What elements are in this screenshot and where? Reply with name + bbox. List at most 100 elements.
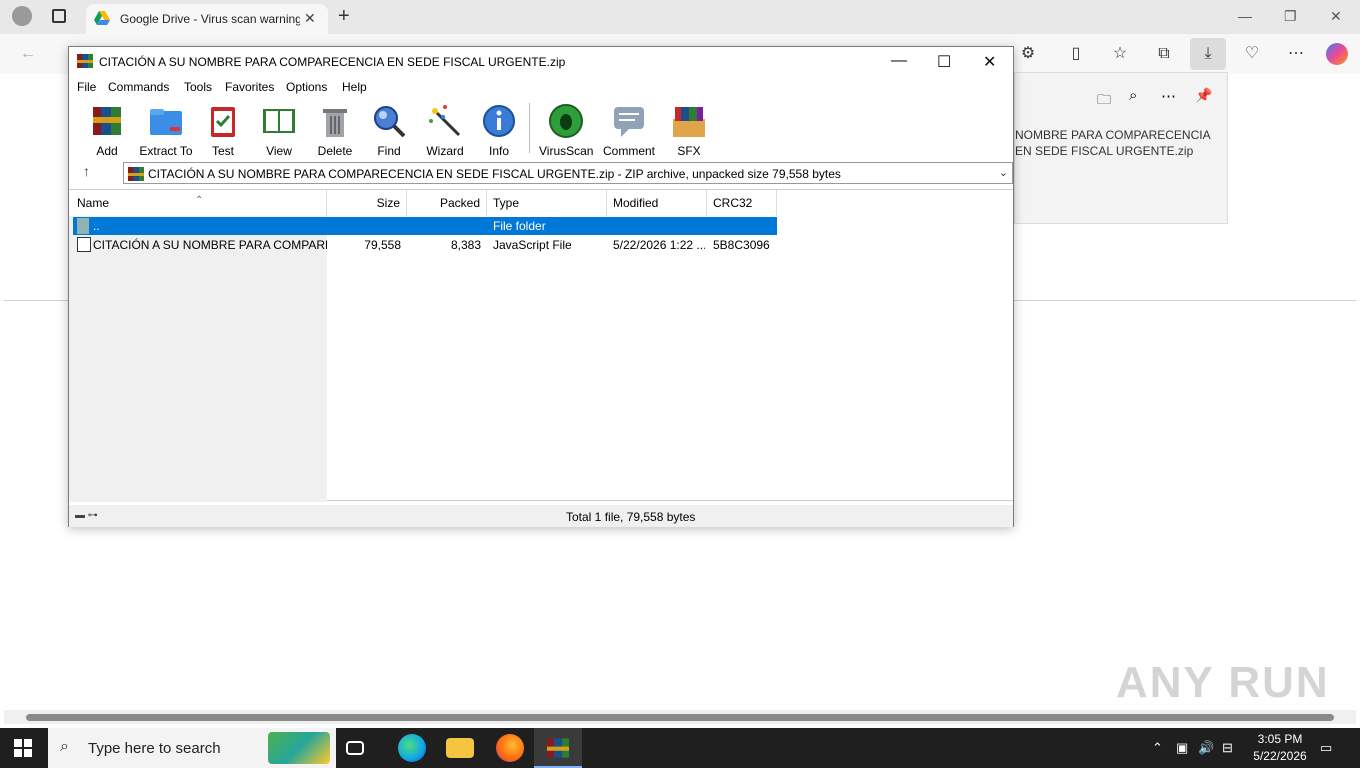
list-item[interactable]: CITACIÓN A SU NOMBRE PARA COMPARE... 79,… bbox=[73, 236, 777, 254]
winrar-icon bbox=[547, 738, 569, 758]
taskbar: ⌕ Type here to search ⌃ ▣ 🔊 ⊟ 3:05 PM 5/… bbox=[0, 728, 1360, 768]
notifications-icon[interactable]: ▭ bbox=[1320, 740, 1332, 756]
collections-icon[interactable]: ⧉ bbox=[1152, 42, 1176, 66]
restore-icon[interactable]: ❐ bbox=[1284, 8, 1297, 25]
close-icon[interactable]: ✕ bbox=[983, 52, 996, 72]
test-button[interactable]: Test bbox=[205, 103, 241, 158]
winrar-taskbar-item[interactable] bbox=[534, 728, 582, 768]
meet-now-icon[interactable]: ▣ bbox=[1176, 740, 1188, 756]
info-button[interactable]: Info bbox=[479, 103, 519, 158]
maximize-icon[interactable]: ☐ bbox=[937, 52, 951, 72]
downloads-panel: 🗀 ⌕ ⋯ 📌 NOMBRE PARA COMPARECENCIA EN SED… bbox=[1014, 72, 1228, 224]
path-dropdown[interactable]: CITACIÓN A SU NOMBRE PARA COMPARECENCIA … bbox=[123, 162, 1013, 184]
virusscan-bug-icon bbox=[549, 104, 583, 138]
menu-file[interactable]: File bbox=[77, 80, 96, 94]
menu-favorites[interactable]: Favorites bbox=[225, 80, 274, 94]
favorites-icon[interactable]: ☆ bbox=[1108, 42, 1132, 66]
back-icon[interactable]: ← bbox=[16, 42, 40, 66]
info-icon bbox=[483, 105, 515, 137]
drive-icon: ▬ ⊶ bbox=[75, 510, 98, 521]
anyrun-watermark: ANY RUN bbox=[1116, 658, 1330, 707]
copilot-icon[interactable] bbox=[1326, 43, 1348, 65]
column-type[interactable]: Type bbox=[487, 190, 607, 216]
horizontal-scrollbar[interactable] bbox=[4, 710, 1356, 724]
more-options-icon[interactable]: ⋯ bbox=[1161, 87, 1176, 105]
edge-icon[interactable] bbox=[398, 734, 426, 762]
status-bar: ▬ ⊶ Total 1 file, 79,558 bytes bbox=[69, 505, 1013, 527]
column-packed[interactable]: Packed bbox=[407, 190, 487, 216]
minimize-icon[interactable]: — bbox=[1238, 8, 1252, 24]
search-highlight-icon bbox=[268, 732, 330, 764]
tab-actions-icon[interactable] bbox=[52, 9, 66, 23]
new-tab-icon[interactable]: + bbox=[338, 5, 350, 28]
extensions-icon[interactable]: ⚙ bbox=[1016, 42, 1040, 66]
more-icon[interactable]: ⋯ bbox=[1284, 42, 1308, 66]
virusscan-button[interactable]: VirusScan bbox=[539, 103, 593, 158]
toolbar-separator bbox=[529, 103, 530, 153]
menu-commands[interactable]: Commands bbox=[108, 80, 169, 94]
close-window-icon[interactable]: ✕ bbox=[1330, 8, 1342, 25]
column-size[interactable]: Size bbox=[327, 190, 407, 216]
firefox-icon[interactable] bbox=[496, 734, 524, 762]
sfx-box-icon bbox=[673, 107, 705, 137]
status-text: Total 1 file, 79,558 bytes bbox=[566, 510, 696, 524]
wizard-wand-icon bbox=[429, 105, 461, 137]
find-button[interactable]: Find bbox=[369, 103, 409, 158]
sfx-button[interactable]: SFX bbox=[669, 103, 709, 158]
menu-tools[interactable]: Tools bbox=[184, 80, 212, 94]
pin-icon[interactable]: 📌 bbox=[1195, 87, 1212, 104]
wizard-button[interactable]: Wizard bbox=[423, 103, 467, 158]
chevron-up-icon[interactable]: ⌃ bbox=[1152, 740, 1163, 756]
tab-google-drive[interactable]: Google Drive - Virus scan warning ✕ bbox=[86, 4, 328, 34]
column-crc32[interactable]: CRC32 bbox=[707, 190, 777, 216]
winrar-titlebar: CITACIÓN A SU NOMBRE PARA COMPARECENCIA … bbox=[69, 47, 1013, 77]
winrar-icon bbox=[77, 54, 93, 68]
view-book-icon bbox=[263, 109, 295, 133]
minimize-icon[interactable]: — bbox=[891, 52, 907, 70]
volume-icon[interactable]: 🔊 bbox=[1198, 740, 1214, 756]
list-item[interactable]: .. File folder bbox=[73, 217, 777, 235]
winrar-title: CITACIÓN A SU NOMBRE PARA COMPARECENCIA … bbox=[99, 55, 566, 69]
menu-help[interactable]: Help bbox=[342, 80, 367, 94]
file-explorer-icon[interactable] bbox=[446, 738, 474, 758]
chevron-down-icon[interactable]: ⌄ bbox=[999, 166, 1008, 179]
profile-icon[interactable] bbox=[12, 6, 32, 26]
winrar-menubar: File Commands Tools Favorites Options He… bbox=[69, 77, 1013, 97]
split-screen-icon[interactable]: ▯ bbox=[1064, 42, 1088, 66]
tab-title: Google Drive - Virus scan warning bbox=[120, 12, 300, 26]
winrar-toolbar: Add Extract To Test View Delete Find Wiz… bbox=[69, 99, 1013, 158]
google-drive-icon bbox=[94, 11, 110, 25]
menu-options[interactable]: Options bbox=[286, 80, 327, 94]
taskbar-clock[interactable]: 3:05 PM 5/22/2026 bbox=[1248, 731, 1312, 765]
downloads-icon[interactable]: ⤓ bbox=[1190, 38, 1226, 70]
archive-icon bbox=[128, 167, 144, 181]
javascript-file-icon bbox=[77, 237, 91, 252]
taskbar-search[interactable]: ⌕ Type here to search bbox=[48, 728, 336, 768]
comment-button[interactable]: Comment bbox=[601, 103, 657, 158]
view-button[interactable]: View bbox=[257, 103, 301, 158]
folder-icon bbox=[77, 218, 89, 234]
extract-to-button[interactable]: Extract To bbox=[137, 103, 195, 158]
open-folder-icon[interactable]: 🗀 bbox=[1097, 89, 1111, 113]
add-button[interactable]: Add bbox=[87, 103, 127, 158]
sort-up-icon: ⌃ bbox=[195, 195, 204, 206]
windows-start-icon[interactable] bbox=[14, 739, 32, 757]
comment-icon bbox=[614, 107, 644, 137]
close-tab-icon[interactable]: ✕ bbox=[304, 10, 316, 27]
path-text: CITACIÓN A SU NOMBRE PARA COMPARECENCIA … bbox=[148, 167, 841, 181]
browser-essentials-icon[interactable]: ♡ bbox=[1240, 42, 1264, 66]
browser-tabstrip: Google Drive - Virus scan warning ✕ + — … bbox=[0, 0, 1360, 34]
scrollbar-thumb[interactable] bbox=[26, 714, 1334, 721]
column-name[interactable]: ⌃ Name bbox=[69, 190, 327, 216]
search-icon[interactable]: ⌕ bbox=[1129, 87, 1137, 104]
search-placeholder: Type here to search bbox=[88, 740, 221, 757]
delete-button[interactable]: Delete bbox=[313, 103, 357, 158]
file-list: ⌃ Name Size Packed Type Modified CRC32 .… bbox=[69, 189, 1013, 502]
extract-folder-icon bbox=[150, 109, 182, 135]
column-modified[interactable]: Modified bbox=[607, 190, 707, 216]
download-item-name[interactable]: NOMBRE PARA COMPARECENCIA EN SEDE FISCAL… bbox=[1015, 127, 1215, 159]
network-icon[interactable]: ⊟ bbox=[1222, 740, 1233, 756]
up-arrow-icon[interactable]: ↑ bbox=[83, 163, 90, 179]
task-view-icon[interactable] bbox=[346, 741, 364, 755]
test-clipboard-icon bbox=[211, 107, 235, 137]
